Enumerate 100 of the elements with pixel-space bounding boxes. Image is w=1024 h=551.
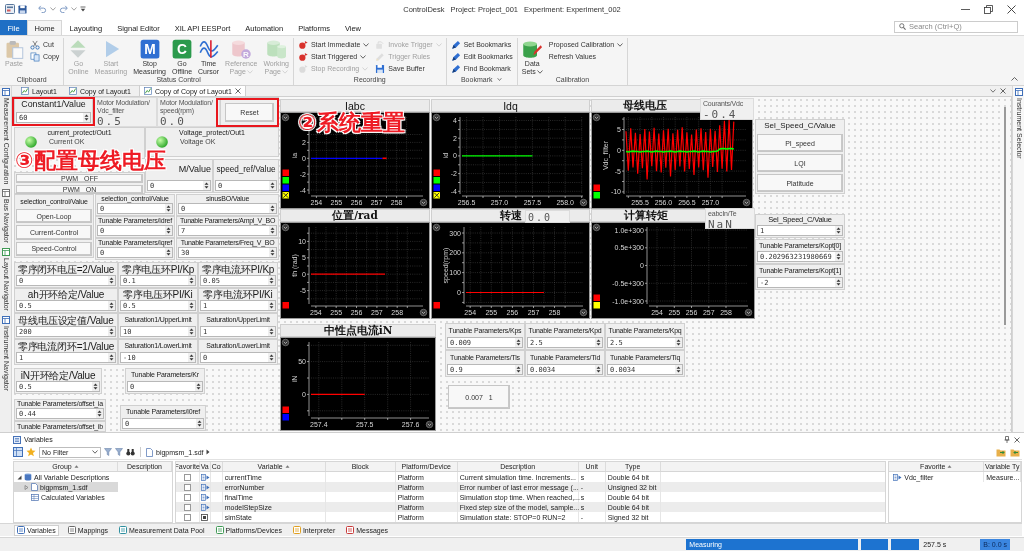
spinner-icon[interactable]	[165, 226, 172, 235]
spinner-icon[interactable]	[203, 181, 210, 190]
star-icon[interactable]	[26, 447, 36, 457]
close-icon[interactable]	[1007, 4, 1016, 14]
spinner-icon[interactable]	[269, 204, 276, 213]
caret-icon	[536, 69, 543, 74]
spinner-icon[interactable]	[675, 338, 682, 347]
spinner-icon[interactable]	[196, 419, 203, 428]
expander-icon[interactable]	[17, 474, 22, 480]
checkbox[interactable]	[183, 473, 191, 481]
spinner-icon[interactable]	[108, 327, 115, 336]
spinner-icon[interactable]	[108, 301, 115, 310]
spinner-icon[interactable]	[675, 365, 682, 374]
caret-icon	[281, 69, 288, 74]
legend-swatch[interactable]	[593, 302, 600, 309]
chevron-circle-icon[interactable]	[425, 420, 434, 429]
legend-swatch[interactable]	[282, 177, 289, 184]
chevron-right-icon[interactable]	[206, 449, 211, 455]
spinner-icon[interactable]	[595, 338, 602, 347]
chart-title: Idq	[503, 99, 518, 112]
spinner-icon[interactable]	[188, 301, 195, 310]
chevron-circle-icon[interactable]	[592, 113, 601, 122]
spinner-icon[interactable]	[188, 327, 195, 336]
redo-icon[interactable]	[59, 5, 68, 13]
close-icon[interactable]	[1000, 87, 1006, 94]
legend-swatch[interactable]	[433, 302, 440, 309]
legend-swatch[interactable]	[593, 184, 600, 191]
display-value: -0.4	[703, 109, 738, 120]
spinner-icon[interactable]	[92, 382, 99, 391]
collapse-icon[interactable]	[1011, 77, 1018, 81]
legend-swatch[interactable]	[593, 294, 600, 301]
checkbox[interactable]	[183, 513, 191, 521]
binoculars-icon[interactable]	[126, 448, 135, 456]
spinner-icon[interactable]	[83, 113, 90, 122]
spinner-icon[interactable]	[188, 353, 195, 362]
spinner-icon[interactable]	[268, 353, 275, 362]
checkbox[interactable]	[183, 493, 191, 501]
checkbox[interactable]	[183, 503, 191, 511]
spinner-icon[interactable]	[835, 226, 842, 235]
folder-icon[interactable]	[1010, 447, 1020, 457]
spinner-icon[interactable]	[96, 409, 103, 418]
chevron-circle-icon[interactable]	[579, 308, 588, 317]
close-icon[interactable]	[1014, 436, 1020, 443]
field-label: 零序电流环PI/Kp	[201, 263, 275, 275]
layout-icon	[143, 87, 152, 95]
spinner-icon[interactable]	[269, 181, 276, 190]
spinner-icon[interactable]	[108, 353, 115, 362]
save-icon[interactable]	[18, 4, 27, 14]
spinner-icon[interactable]	[269, 248, 276, 257]
launcher-icon[interactable]	[497, 77, 503, 82]
chevron-circle-icon[interactable]	[281, 113, 290, 122]
spinner-icon[interactable]	[595, 365, 602, 374]
checkbox[interactable]	[183, 483, 191, 491]
legend-swatch[interactable]	[282, 184, 289, 191]
restore-icon[interactable]	[984, 4, 993, 14]
chevron-circle-icon[interactable]	[579, 198, 588, 207]
spinner-icon[interactable]	[515, 365, 522, 374]
legend-swatch[interactable]	[282, 192, 289, 199]
chevron-circle-icon[interactable]	[432, 223, 441, 232]
legend-swatch[interactable]	[282, 169, 289, 176]
close-icon[interactable]	[234, 88, 241, 94]
spinner-icon[interactable]	[515, 338, 522, 347]
chevron-circle-icon[interactable]	[281, 223, 290, 232]
chevron-circle-icon[interactable]	[742, 198, 751, 207]
pin-icon[interactable]	[1004, 436, 1010, 443]
spinner-icon[interactable]	[268, 327, 275, 336]
legend-swatch[interactable]	[282, 406, 289, 413]
spinner-icon[interactable]	[268, 276, 275, 285]
chevron-circle-icon[interactable]	[432, 113, 441, 122]
chevron-circle-icon[interactable]	[281, 338, 290, 347]
spinner-icon[interactable]	[188, 276, 195, 285]
caret-icon[interactable]	[990, 88, 996, 93]
spinner-icon[interactable]	[165, 248, 172, 257]
folder-icon[interactable]	[996, 447, 1006, 457]
legend-swatch[interactable]	[433, 177, 440, 184]
spinner-icon[interactable]	[835, 252, 842, 261]
chevron-circle-icon[interactable]	[592, 223, 601, 232]
app-icon[interactable]	[5, 4, 15, 14]
legend-swatch[interactable]	[433, 169, 440, 176]
chevron-circle-icon[interactable]	[419, 198, 428, 207]
legend-swatch[interactable]	[433, 184, 440, 191]
legend-swatch[interactable]	[282, 414, 289, 421]
chevron-circle-icon[interactable]	[744, 308, 753, 317]
legend-swatch[interactable]	[433, 192, 440, 199]
spinner-icon[interactable]	[269, 226, 276, 235]
scrollbar[interactable]	[1004, 107, 1006, 325]
undo-icon[interactable]	[38, 5, 47, 13]
spinner-icon[interactable]	[268, 301, 275, 310]
file-icon[interactable]	[146, 447, 153, 457]
legend-swatch[interactable]	[593, 192, 600, 199]
chevron-circle-icon[interactable]	[419, 308, 428, 317]
spinner-icon[interactable]	[195, 382, 202, 391]
tile-icon: C	[172, 39, 192, 59]
customize-icon[interactable]	[80, 6, 86, 12]
grid-view-icon[interactable]	[13, 447, 23, 457]
spinner-icon[interactable]	[835, 278, 842, 287]
spinner-icon[interactable]	[165, 204, 172, 213]
signal-icon	[200, 483, 210, 491]
legend-swatch[interactable]	[282, 302, 289, 309]
spinner-icon[interactable]	[108, 276, 115, 285]
